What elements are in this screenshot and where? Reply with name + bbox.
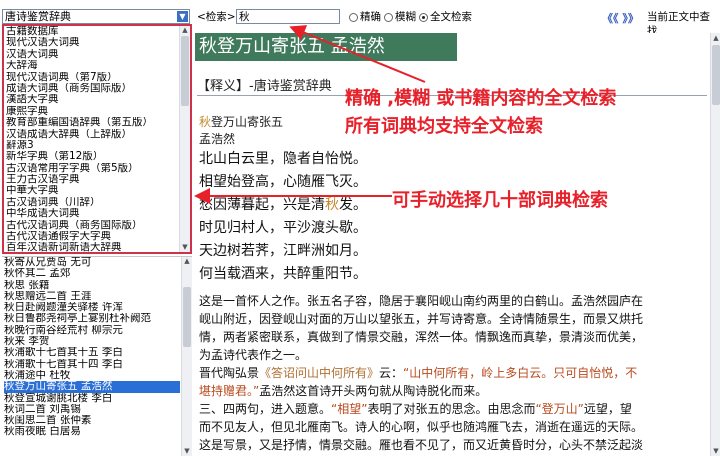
entry-item[interactable]: 秋日赴阙题潼关驿楼 许浑 bbox=[4, 302, 180, 313]
dictionary-item[interactable]: 中华成语大词典 bbox=[6, 208, 178, 219]
search-label: <检索> bbox=[197, 11, 236, 23]
entry-item[interactable]: 秋浦歌十七首其十五 李白 bbox=[4, 347, 180, 358]
annotation-select-dicts: 可手动选择几十部词典检索 bbox=[392, 190, 608, 211]
dictionary-item[interactable]: 汉语成语大辞典（上辞版） bbox=[6, 129, 178, 140]
entry-list[interactable]: 秋寄从兄贾岛 无可 秋怀其二 孟郊 秋思 张籍 秋思赠远二首 王涯 秋日赴阙题潼关驿楼 … bbox=[2, 256, 192, 456]
search-input[interactable] bbox=[236, 9, 340, 24]
commentary-line: 堪持赠君。”孟浩然这首诗开头两句就从陶诗脱化而来。 bbox=[199, 384, 488, 398]
entry-item[interactable]: 秋登宣城谢朓北楼 李白 bbox=[4, 393, 180, 404]
poem-name-text: 登万山寄张五 bbox=[211, 115, 284, 129]
entry-item[interactable]: 秋寄从兄贾岛 无可 bbox=[4, 257, 180, 268]
dictionary-item[interactable]: 古代汉语词典（商务国际版） bbox=[6, 220, 178, 231]
entry-item[interactable]: 秋词二首 刘禹锡 bbox=[4, 404, 180, 415]
commentary-line: 这是写景，又是抒情，情景交融。雁也看不见了，而又近黄昏时分，心头不禁泛起淡 bbox=[199, 438, 644, 452]
dictionary-item[interactable]: 汉语大词典 bbox=[6, 49, 178, 60]
radio-fuzzy[interactable] bbox=[384, 13, 393, 22]
dictionary-item[interactable]: 古代汉语通假字大字典 bbox=[6, 231, 178, 242]
annotation-fulltext: 精确 ,模糊 或书籍内容的全文检索 bbox=[345, 88, 617, 109]
entry-item[interactable]: 秋闺思二首 张仲素 bbox=[4, 415, 180, 426]
entry-item[interactable]: 秋浦歌十七首其十四 李白 bbox=[4, 359, 180, 370]
entry-item[interactable]: 秋思赠远二首 王涯 bbox=[4, 291, 180, 302]
poem-verse: 相望始登高，心随雁飞灭。 bbox=[199, 174, 367, 190]
commentary-line: 为孟诗代表作之一。 bbox=[199, 348, 308, 362]
commentary-line: 晋代陶弘景《答诏问山中何所有》云：“山中何所有，岭上多白云。只可自怡悦，不 bbox=[199, 366, 638, 380]
commentary-line: 这是一首怀人之作。张五名子容，隐居于襄阳岘山南约两里的白鹤山。孟浩然园庐在 bbox=[199, 294, 644, 308]
dictionary-list[interactable]: 古籍数据库 现代汉语大词典 汉语大词典 大辞海 现代汉语词典（第7版） 成语大词典（商务国… bbox=[2, 24, 192, 254]
dictionary-item[interactable]: 康熙字典 bbox=[6, 106, 178, 117]
entry-item[interactable]: 秋浦途中 杜牧 bbox=[4, 370, 180, 381]
entry-item[interactable]: 秋雨夜眠 白居易 bbox=[4, 426, 180, 437]
dictionary-item[interactable]: 中華大字典 bbox=[6, 185, 178, 196]
prev-next-arrows[interactable]: 《《 》》 bbox=[602, 10, 639, 26]
dictionary-item[interactable]: 百年汉语新词新语大辞典 bbox=[6, 242, 178, 252]
scroll-down-icon[interactable]: ▼ bbox=[180, 243, 190, 252]
dictionary-item[interactable]: 现代汉语词典（第7版） bbox=[6, 72, 178, 83]
scroll-down-icon[interactable]: ▼ bbox=[711, 446, 720, 456]
search-toolbar: <检索> 精确 模糊 全文检索 《《 》》 当前正文中查找 bbox=[195, 9, 720, 37]
search-highlight: 秋 bbox=[199, 115, 212, 129]
search-highlight: 秋 bbox=[325, 197, 339, 213]
commentary-line: 情，两者紧密联系，真做到了情景交融，浑然一体。情飘逸而真挚，景清淡而优美， bbox=[199, 330, 644, 344]
entry-item[interactable]: 秋晚行南谷经荒村 柳宗元 bbox=[4, 325, 180, 336]
poem-verse: 何当载酒来，共醉重阳节。 bbox=[199, 266, 367, 282]
scrollbar-thumb[interactable] bbox=[183, 287, 191, 347]
chevron-down-icon[interactable]: ▼ bbox=[177, 11, 188, 22]
scroll-up-icon[interactable]: ▲ bbox=[711, 33, 720, 43]
entry-item[interactable]: 秋思 张籍 bbox=[4, 280, 180, 291]
poem-verse: 北山白云里，隐者自怡悦。 bbox=[199, 151, 367, 167]
scrollbar-thumb[interactable] bbox=[712, 45, 720, 105]
dictionary-item[interactable]: 成语大词典（商务国际版） bbox=[6, 83, 178, 94]
scroll-down-icon[interactable]: ▼ bbox=[182, 447, 192, 456]
radio-exact[interactable] bbox=[349, 13, 358, 22]
commentary-line: 三、四两句，进入题意。“相望”表明了对张五的思念。由思念而“登万山”远望，望 bbox=[199, 402, 632, 416]
scroll-up-icon[interactable]: ▲ bbox=[182, 257, 192, 266]
radio-fuzzy-label[interactable]: 模糊 bbox=[395, 10, 416, 24]
radio-fulltext-label[interactable]: 全文检索 bbox=[430, 10, 472, 24]
poem-verse: 天边树若荠，江畔洲如月。 bbox=[199, 243, 367, 259]
dictionary-select[interactable]: 唐诗鉴赏辞典 ▼ bbox=[2, 9, 190, 24]
annotation-all-dicts: 所有词典均支持全文检索 bbox=[345, 116, 543, 137]
dictionary-item[interactable]: 漢語大字典 bbox=[6, 94, 178, 105]
commentary-line: 岘山附近，因登岘山对面的万山以望张五，并写诗寄意。全诗情随景生，而景又烘托 bbox=[199, 312, 644, 326]
definition-source: 【释义】-唐诗鉴赏辞典 bbox=[197, 79, 332, 94]
dictionary-item[interactable]: 现代汉语大词典 bbox=[6, 37, 178, 48]
entry-item[interactable]: 秋来 李贺 bbox=[4, 336, 180, 347]
dictionary-item[interactable]: 古汉语常用字字典（第5版） bbox=[6, 163, 178, 174]
poem-verse: 愁因薄暮起，兴是清秋发。 bbox=[199, 197, 367, 213]
content-scrollbar[interactable]: ▲ ▼ bbox=[710, 33, 720, 456]
poem-name: 秋登万山寄张五 bbox=[199, 113, 283, 130]
commentary-line: 而不见友人，但见北雁南飞。诗人的心啊，似乎也随鸿雁飞去，消逝在遥远的天际。 bbox=[199, 420, 644, 434]
scrollbar-thumb[interactable] bbox=[181, 36, 189, 106]
dictionary-list-scrollbar[interactable]: ▲ ▼ bbox=[179, 26, 190, 252]
entry-item[interactable]: 秋怀其二 孟郊 bbox=[4, 268, 180, 279]
poem-verse: 时见归村人，平沙渡头歇。 bbox=[199, 220, 367, 236]
radio-fulltext[interactable] bbox=[419, 13, 428, 22]
dictionary-item[interactable]: 古籍数据库 bbox=[6, 26, 178, 37]
dictionary-item[interactable]: 大辞海 bbox=[6, 60, 178, 71]
poem-author: 孟浩然 bbox=[199, 132, 236, 146]
dictionary-item[interactable]: 古汉语词典（川辞） bbox=[6, 197, 178, 208]
entry-list-scrollbar[interactable]: ▲ ▼ bbox=[181, 257, 192, 456]
dictionary-item[interactable]: 王力古汉语字典 bbox=[6, 174, 178, 185]
entry-title: 秋登万山寄张五 孟浩然 bbox=[195, 33, 457, 61]
dictionary-item[interactable]: 辭源3 bbox=[6, 140, 178, 151]
dictionary-select-value: 唐诗鉴赏辞典 bbox=[5, 10, 71, 23]
dictionary-item[interactable]: 新华字典（第12版） bbox=[6, 151, 178, 162]
entry-item[interactable]: 秋日鲁郡尧祠亭上宴别杜补阙范 bbox=[4, 313, 180, 324]
entry-item-selected[interactable]: 秋登万山寄张五 孟浩然 bbox=[4, 381, 180, 393]
radio-exact-label[interactable]: 精确 bbox=[360, 10, 381, 24]
dictionary-item[interactable]: 教育部重编国语辞典（第五版） bbox=[6, 117, 178, 128]
scroll-up-icon[interactable]: ▲ bbox=[180, 26, 190, 35]
